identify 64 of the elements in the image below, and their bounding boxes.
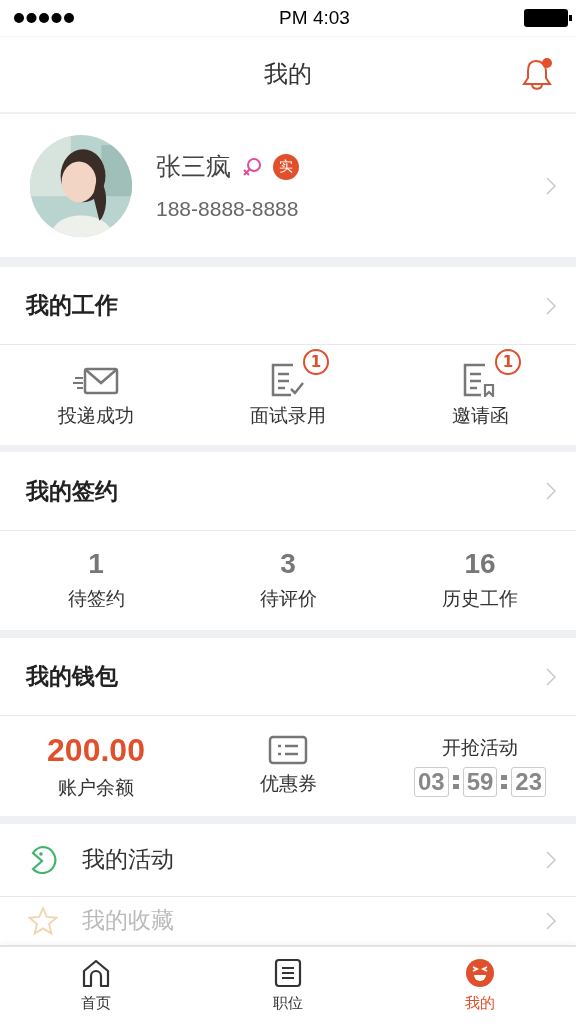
profile-card[interactable]: 张三疯 实 188-8888-8888 — [0, 114, 576, 257]
chevron-right-icon — [546, 850, 556, 869]
shortcut-label: 投递成功 — [58, 402, 134, 428]
shortcut-item[interactable]: 投递成功 — [0, 345, 192, 445]
stat-item[interactable]: 3 待评价 — [192, 530, 384, 631]
menu-label: 我的活动 — [82, 845, 175, 875]
shortcut-item[interactable]: 1 邀请函 — [384, 345, 576, 445]
section-title: 我的钱包 — [26, 662, 118, 692]
shortcut-label: 邀请函 — [451, 402, 509, 428]
section-title: 我的工作 — [26, 291, 118, 321]
colon-icon — [501, 773, 508, 791]
envelope-icon — [73, 366, 119, 397]
star-icon — [28, 905, 58, 936]
stat-label: 待签约 — [67, 586, 125, 612]
chevron-right-icon — [546, 482, 556, 501]
stat-label: 待评价 — [259, 586, 317, 612]
countdown-digits: 03 — [413, 767, 449, 797]
document-icon — [274, 957, 302, 988]
document-check-icon — [269, 362, 307, 397]
chevron-right-icon — [546, 296, 556, 315]
coupon-label: 优惠券 — [259, 771, 317, 796]
balance-item[interactable]: 200.00 账户余额 — [0, 716, 192, 816]
countdown-digits: 23 — [511, 767, 547, 797]
stat-value: 1 — [88, 548, 104, 581]
tab[interactable]: 我的 — [384, 946, 576, 1024]
tab[interactable]: 首页 — [0, 946, 192, 1024]
colon-icon — [452, 773, 459, 791]
stat-value: 3 — [280, 548, 296, 581]
chevron-right-icon — [546, 176, 556, 195]
shortcut-item[interactable]: 1 面试录用 — [192, 345, 384, 445]
shortcut-label: 面试录用 — [250, 402, 326, 428]
balance-label: 账户余额 — [58, 774, 134, 800]
coupon-item[interactable]: 优惠券 — [192, 716, 384, 816]
menu-label: 我的收藏 — [82, 906, 175, 936]
user-name: 张三疯 — [156, 151, 231, 184]
tab[interactable]: 职位 — [192, 946, 384, 1024]
stat-value: 16 — [464, 548, 496, 581]
page-title: 我的 — [264, 59, 312, 91]
countdown-digits: 59 — [462, 767, 498, 797]
chevron-right-icon — [546, 667, 556, 686]
section-header[interactable]: 我的钱包 — [0, 638, 576, 717]
menu-row[interactable]: 我的活动 — [0, 823, 576, 897]
section-header[interactable]: 我的工作 — [0, 266, 576, 346]
chevron-right-icon — [546, 911, 556, 930]
count-badge: 1 — [495, 348, 521, 375]
female-icon — [241, 155, 263, 178]
countdown-title: 开抢活动 — [442, 735, 518, 760]
section-title: 我的签约 — [26, 476, 118, 506]
section-header[interactable]: 我的签约 — [0, 452, 576, 531]
stat-item[interactable]: 1 待签约 — [0, 530, 192, 631]
balance-amount: 200.00 — [47, 731, 145, 769]
count-badge: 1 — [303, 348, 329, 375]
countdown-item[interactable]: 开抢活动 03 59 23 — [384, 716, 576, 816]
laughing-face-icon — [465, 957, 495, 988]
signal-icon — [13, 12, 75, 23]
status-time: PM 4:03 — [279, 6, 350, 29]
verified-badge: 实 — [273, 153, 299, 180]
phone-number: 188-8888-8888 — [156, 197, 300, 222]
stat-label: 历史工作 — [442, 586, 518, 612]
coupon-icon — [268, 735, 308, 765]
battery-icon — [524, 8, 572, 27]
notification-bell-icon[interactable] — [522, 56, 554, 91]
home-icon — [81, 957, 111, 988]
stat-item[interactable]: 16 历史工作 — [384, 530, 576, 631]
